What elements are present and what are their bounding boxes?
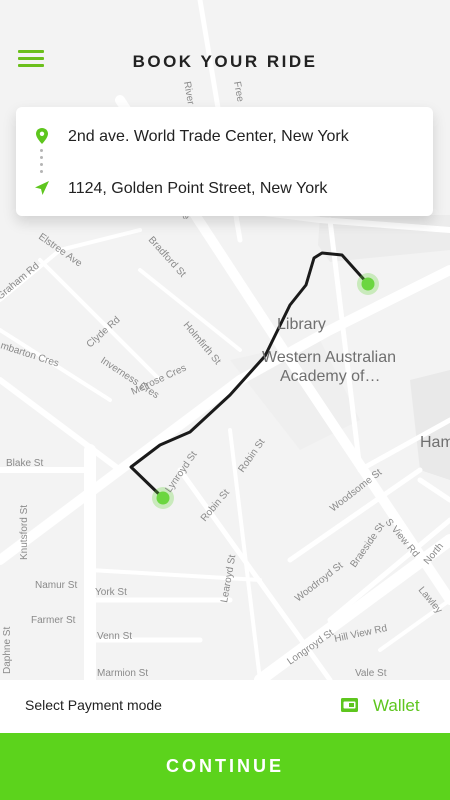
continue-button[interactable]: CONTINUE bbox=[0, 733, 450, 800]
map-label-york: York St bbox=[95, 587, 127, 598]
pickup-address: 2nd ave. World Trade Center, New York bbox=[68, 128, 349, 145]
map-label-namur: Namur St bbox=[35, 580, 77, 591]
wallet-icon bbox=[341, 698, 358, 712]
payment-method-label: Wallet bbox=[373, 696, 420, 715]
dropoff-address: 1124, Golden Point Street, New York bbox=[68, 180, 328, 197]
map-label-library: Library bbox=[277, 316, 326, 333]
pickup-marker[interactable] bbox=[156, 491, 170, 505]
payment-bar: Select Payment mode Wallet bbox=[0, 680, 450, 733]
route-card: 2nd ave. World Trade Center, New York 11… bbox=[16, 107, 433, 216]
map-label-academy-1: Western Australian bbox=[262, 349, 396, 366]
pickup-row[interactable]: 2nd ave. World Trade Center, New York bbox=[16, 121, 433, 151]
map-label-farmer: Farmer St bbox=[31, 615, 76, 626]
continue-label: CONTINUE bbox=[166, 756, 284, 776]
payment-label: Select Payment mode bbox=[25, 697, 162, 713]
location-pin-icon bbox=[36, 128, 48, 144]
navigation-arrow-icon bbox=[35, 181, 49, 195]
map-label-knutsford: Knutsford St bbox=[19, 505, 30, 560]
dropoff-marker[interactable] bbox=[361, 277, 375, 291]
header: BOOK YOUR RIDE bbox=[0, 0, 450, 100]
map-label-academy-2: Academy of… bbox=[280, 368, 380, 385]
map-canvas[interactable]: Library Western Australian Academy of… H… bbox=[0, 0, 450, 680]
dropoff-row[interactable]: 1124, Golden Point Street, New York bbox=[16, 173, 433, 203]
map-label-marmion: Marmion St bbox=[97, 668, 148, 679]
map-label-vale: Vale St bbox=[355, 668, 387, 679]
map-view[interactable]: Library Western Australian Academy of… H… bbox=[0, 0, 450, 680]
page-title: BOOK YOUR RIDE bbox=[132, 52, 318, 71]
map-label-venn: Venn St bbox=[97, 631, 132, 642]
map-label-ham: Ham bbox=[420, 434, 450, 451]
map-label-daphne: Daphne St bbox=[2, 627, 13, 674]
map-label-blake: Blake St bbox=[6, 458, 43, 469]
